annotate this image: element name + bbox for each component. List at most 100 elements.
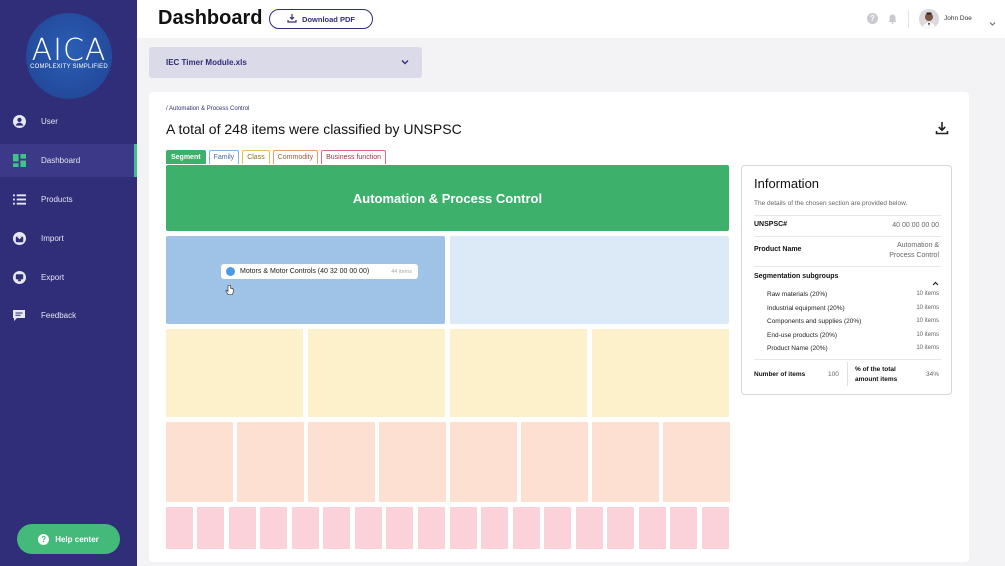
percent-value: 34% <box>925 371 939 378</box>
tab-segment[interactable]: Segment <box>166 150 206 164</box>
business-function-block[interactable] <box>229 507 256 549</box>
help-center-label: Help center <box>55 534 99 544</box>
sidebar-item-label: Products <box>41 195 73 204</box>
dashboard-icon <box>12 154 26 168</box>
help-center-button[interactable]: ? Help center <box>17 524 120 554</box>
sidebar-item-label: User <box>41 117 58 126</box>
tab-business-function[interactable]: Business function <box>321 150 386 164</box>
subgroup-count: 10 items <box>916 318 939 324</box>
commodity-block[interactable] <box>379 422 446 502</box>
product-name-value-line1: Automation & <box>896 242 939 249</box>
commodity-block[interactable] <box>308 422 375 502</box>
commodity-block[interactable] <box>663 422 730 502</box>
pointer-cursor-icon <box>225 283 234 301</box>
business-function-block[interactable] <box>639 507 666 549</box>
divider <box>754 266 941 267</box>
business-function-block[interactable] <box>450 507 477 549</box>
subgroups-label[interactable]: Segmentation subgroups <box>754 273 838 280</box>
user-icon <box>12 115 26 129</box>
sidebar-item-label: Feedback <box>41 311 77 320</box>
aica-logo[interactable]: AICA COMPLEXITY SIMPLIFIED <box>26 13 112 99</box>
subgroup-count: 10 items <box>916 332 939 338</box>
class-block[interactable] <box>450 329 587 417</box>
number-items-value: 100 <box>828 371 839 378</box>
business-function-block[interactable] <box>670 507 697 549</box>
info-description: The details of the chosen section are pr… <box>754 200 908 207</box>
business-function-block[interactable] <box>513 507 540 549</box>
breadcrumb[interactable]: / Automation & Process Control <box>166 106 249 112</box>
sidebar-item-feedback[interactable]: Feedback <box>0 299 137 332</box>
user-name[interactable]: John Doe <box>944 15 972 22</box>
import-icon <box>12 232 26 246</box>
chevron-down-icon[interactable] <box>989 14 996 32</box>
file-select-value: IEC Timer Module.xls <box>166 58 247 67</box>
download-pdf-button[interactable]: Download PDF <box>269 9 373 29</box>
bell-icon[interactable] <box>887 13 898 24</box>
svg-text:?: ? <box>870 14 875 23</box>
business-function-block[interactable] <box>576 507 603 549</box>
download-icon <box>287 13 297 25</box>
sidebar-item-label: Dashboard <box>41 156 81 165</box>
class-block[interactable] <box>166 329 303 417</box>
commodity-block[interactable] <box>166 422 233 502</box>
product-name-label: Product Name <box>754 246 802 253</box>
download-icon[interactable] <box>934 120 950 136</box>
business-function-block[interactable] <box>260 507 287 549</box>
business-function-block[interactable] <box>386 507 413 549</box>
level-tabs: Segment Family Class Commodity Business … <box>166 150 386 164</box>
sidebar: AICA COMPLEXITY SIMPLIFIED User Dashboar… <box>0 0 137 566</box>
product-name-value-line2: Process Control <box>889 252 939 259</box>
sidebar-item-export[interactable]: Export <box>0 261 137 294</box>
class-block[interactable] <box>592 329 729 417</box>
subgroup-label: Raw materials (20%) <box>767 291 828 298</box>
business-function-block[interactable] <box>166 507 193 549</box>
subgroup-label: Industrial equipment (20%) <box>767 305 845 312</box>
divider <box>754 359 941 360</box>
business-function-block[interactable] <box>418 507 445 549</box>
information-panel: Information The details of the chosen se… <box>741 165 952 395</box>
sidebar-item-label: Import <box>41 234 64 243</box>
help-icon[interactable]: ? <box>867 13 878 24</box>
chevron-up-icon[interactable] <box>932 273 939 291</box>
avatar[interactable] <box>919 9 939 29</box>
tab-family[interactable]: Family <box>208 150 240 164</box>
divider <box>754 236 941 237</box>
commodity-block[interactable] <box>521 422 588 502</box>
class-block[interactable] <box>308 329 445 417</box>
family-block[interactable] <box>450 236 729 324</box>
tab-class[interactable]: Class <box>242 150 270 164</box>
business-function-block[interactable] <box>544 507 571 549</box>
subgroup-count: 10 items <box>916 305 939 311</box>
sidebar-item-user[interactable]: User <box>0 105 137 138</box>
header-divider <box>908 10 909 28</box>
business-function-block[interactable] <box>292 507 319 549</box>
commodity-block[interactable] <box>450 422 517 502</box>
subgroup-label: Components and supplies (20%) <box>767 318 862 325</box>
segment-block[interactable]: Automation & Process Control <box>166 165 729 231</box>
business-function-block[interactable] <box>323 507 350 549</box>
logo-name: AICA <box>31 33 107 68</box>
family-block[interactable] <box>166 236 445 324</box>
percent-label-line1: % of the total <box>855 366 896 373</box>
export-icon <box>12 271 26 285</box>
commodity-block[interactable] <box>237 422 304 502</box>
tab-commodity[interactable]: Commodity <box>272 150 319 164</box>
tooltip-label: Motors & Motor Controls (40 32 00 00 00) <box>240 268 370 275</box>
subgroup-label: Product Name (20%) <box>767 345 828 352</box>
business-function-block[interactable] <box>607 507 634 549</box>
chevron-down-icon <box>401 58 409 67</box>
sidebar-item-products[interactable]: Products <box>0 183 137 216</box>
commodity-block[interactable] <box>592 422 659 502</box>
download-pdf-label: Download PDF <box>302 14 355 24</box>
business-function-block[interactable] <box>355 507 382 549</box>
tooltip-dot <box>226 267 235 276</box>
top-header: Dashboard Download PDF ? John Doe <box>137 0 1005 38</box>
question-icon: ? <box>38 533 50 545</box>
file-select[interactable]: IEC Timer Module.xls <box>149 47 422 78</box>
business-function-block[interactable] <box>197 507 224 549</box>
sidebar-item-dashboard[interactable]: Dashboard <box>0 144 137 177</box>
tooltip-count: 44 items <box>391 268 412 275</box>
business-function-block[interactable] <box>702 507 729 549</box>
sidebar-item-import[interactable]: Import <box>0 222 137 255</box>
business-function-block[interactable] <box>481 507 508 549</box>
